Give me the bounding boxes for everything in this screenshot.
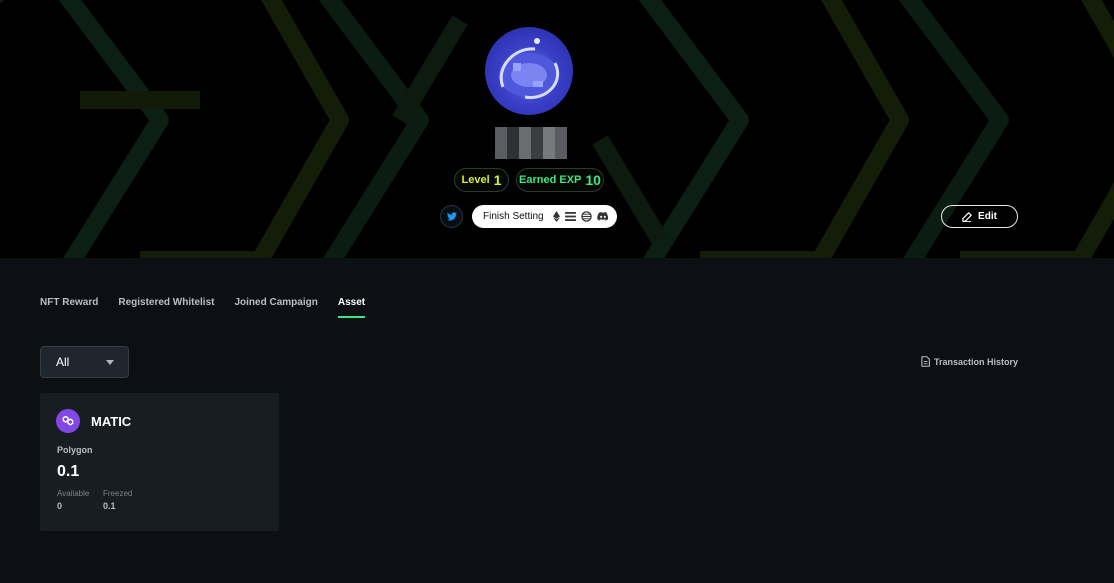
twitter-icon [446, 212, 457, 221]
document-icon [921, 356, 930, 367]
filter-selected-value: All [56, 355, 70, 369]
asset-filter-select[interactable]: All [40, 346, 129, 378]
twitter-button[interactable] [440, 205, 463, 228]
chevron-down-icon [106, 360, 114, 365]
available-value: 0 [57, 501, 63, 511]
token-name: MATIC [91, 414, 132, 429]
profile-header: Level 1 Earned EXP 10 Finish Setting Edi… [0, 0, 1114, 258]
available-label: Available [57, 489, 90, 498]
polygon-icon [56, 409, 80, 433]
tab-asset[interactable]: Asset [337, 297, 366, 318]
transaction-history-label: Transaction History [934, 356, 1019, 367]
globe-icon [580, 211, 592, 222]
exp-label: Earned EXP [519, 174, 582, 186]
freezed-label: Freezed [103, 489, 133, 498]
edit-label: Edit [978, 211, 997, 222]
tab-joined-campaign[interactable]: Joined Campaign [234, 297, 317, 318]
pencil-icon [962, 211, 972, 222]
level-badge: Level 1 [454, 168, 509, 192]
tab-nft-reward[interactable]: NFT Reward [40, 297, 98, 318]
list-icon [564, 212, 576, 221]
transaction-history-link[interactable]: Transaction History [921, 356, 1018, 367]
freezed-value: 0.1 [103, 501, 116, 511]
level-label: Level [461, 174, 490, 186]
tab-registered-whitelist[interactable]: Registered Whitelist [118, 297, 214, 318]
discord-icon [596, 212, 608, 221]
asset-card: MATIC Polygon 0.1 Available 0 Freezed 0.… [40, 393, 279, 531]
edit-profile-button[interactable]: Edit [941, 205, 1018, 228]
avatar[interactable] [485, 27, 573, 115]
ethereum-icon [552, 211, 560, 222]
username-redacted [495, 127, 567, 159]
network-name: Polygon [57, 445, 93, 455]
exp-value: 10 [585, 172, 601, 188]
token-amount: 0.1 [57, 463, 80, 480]
finish-setting-label: Finish Setting [483, 211, 544, 222]
finish-setting-button[interactable]: Finish Setting [472, 205, 617, 228]
level-value: 1 [493, 172, 502, 188]
profile-tabs: NFT Reward Registered Whitelist Joined C… [40, 297, 385, 318]
exp-badge: Earned EXP 10 [516, 168, 604, 192]
